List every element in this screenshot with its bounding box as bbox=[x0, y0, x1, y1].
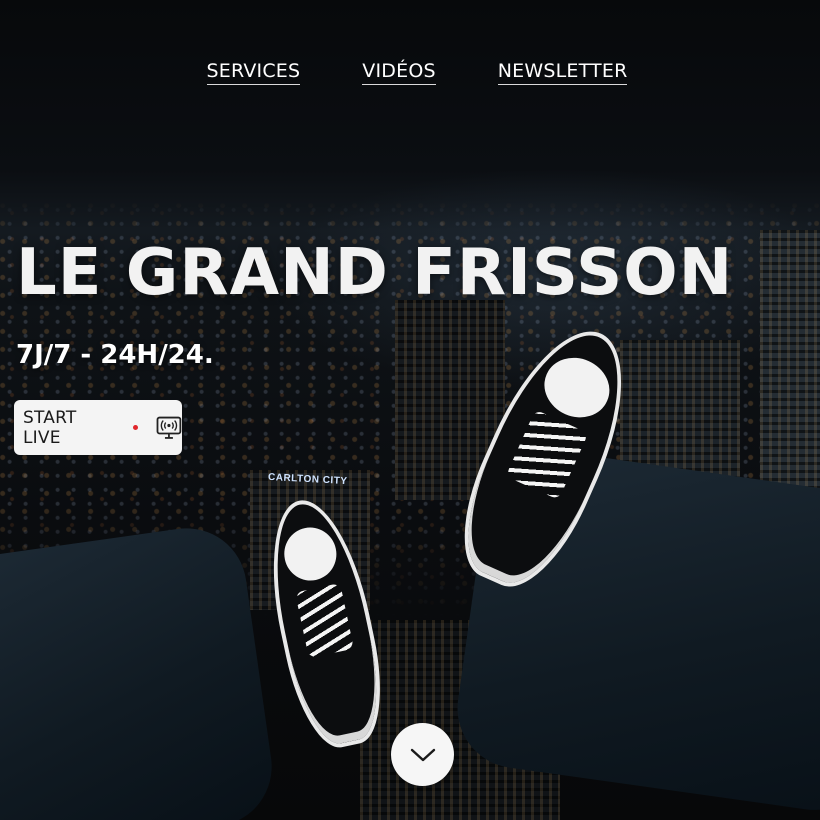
left-leg bbox=[0, 520, 280, 820]
nav-link-services[interactable]: SERVICES bbox=[206, 60, 301, 85]
chevron-down-icon bbox=[410, 748, 435, 761]
nav-link-newsletter[interactable]: NEWSLETTER bbox=[497, 60, 628, 85]
start-live-label: START LIVE bbox=[23, 407, 77, 448]
broadcast-monitor-icon bbox=[156, 416, 182, 439]
live-indicator-dot bbox=[133, 425, 139, 430]
nav-link-videos[interactable]: VIDÉOS bbox=[362, 60, 436, 85]
main-nav: SERVICES VIDÉOS NEWSLETTER bbox=[0, 60, 820, 85]
hero-subtitle: 7J/7 - 24H/24. bbox=[16, 340, 214, 370]
hero-title: LE GRAND FRISSON bbox=[16, 236, 734, 310]
scroll-down-button[interactable] bbox=[391, 723, 454, 786]
start-live-button[interactable]: START LIVE bbox=[14, 400, 182, 455]
